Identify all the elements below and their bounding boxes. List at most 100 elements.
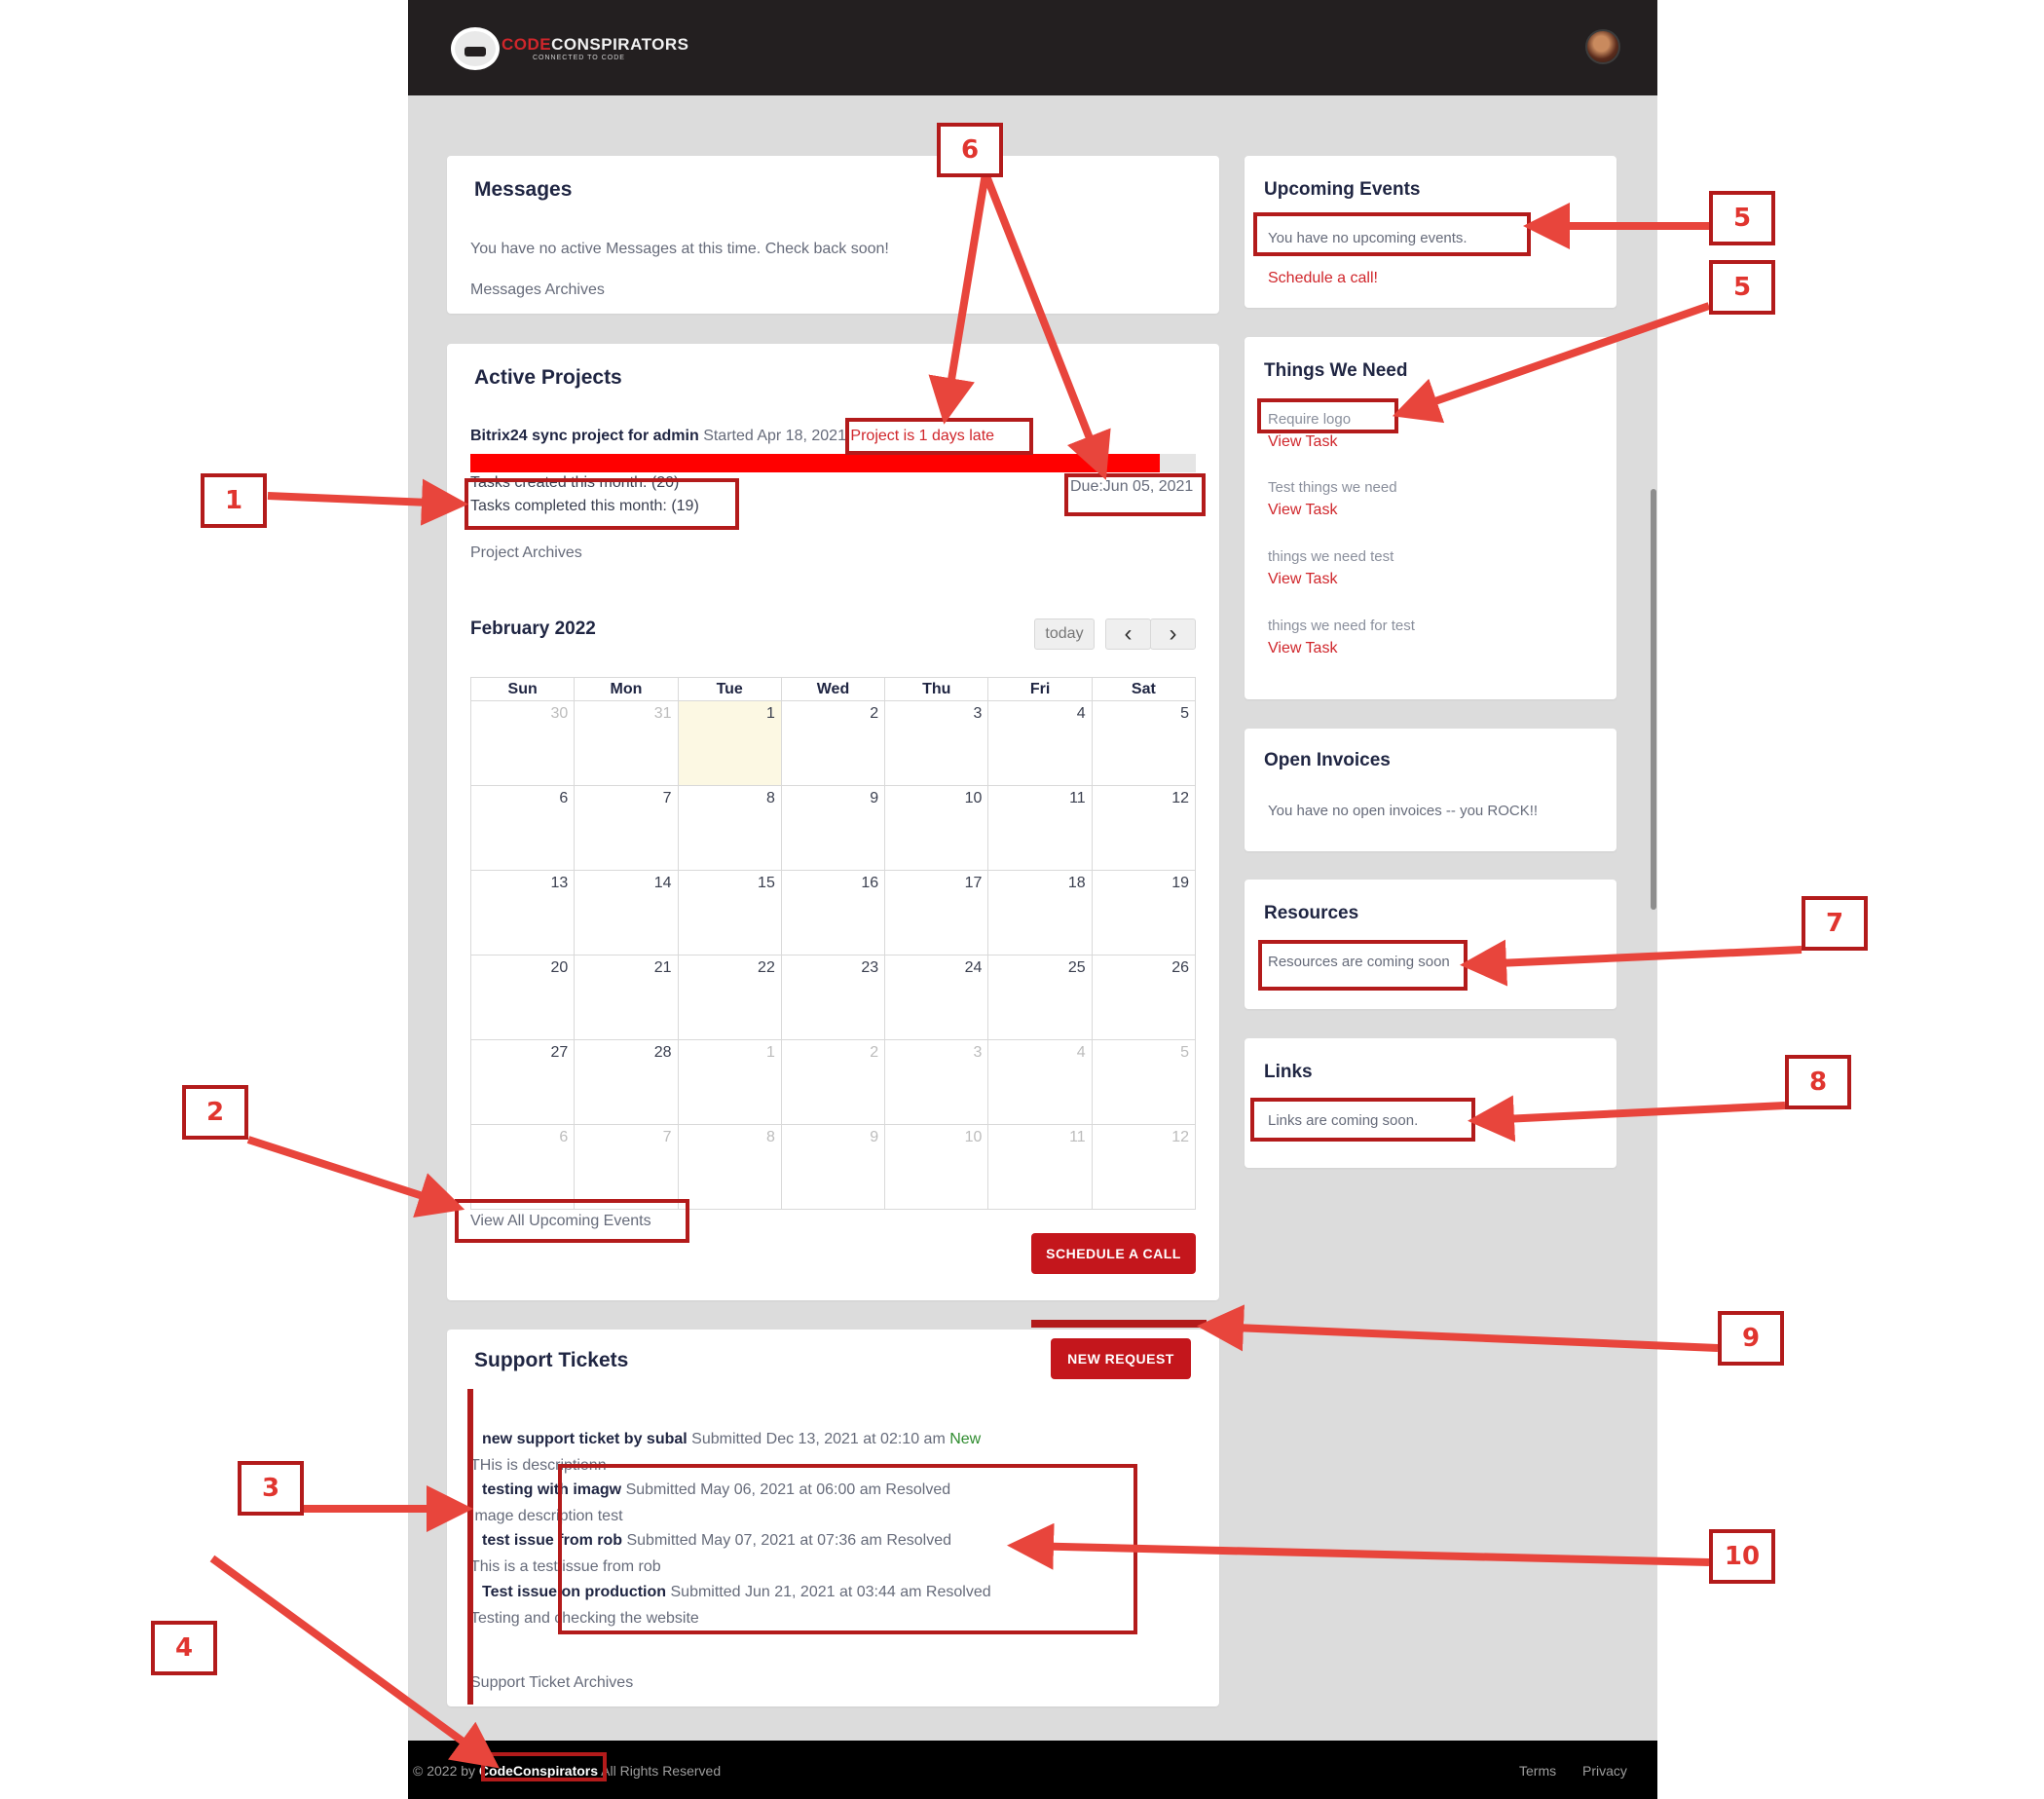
annotation-number-9: 9 <box>1718 1311 1784 1366</box>
annotation-number-6: 6 <box>937 123 1003 177</box>
view-task-link[interactable]: View Task <box>1268 640 1337 657</box>
brand-tagline: CONNECTED TO CODE <box>533 55 625 61</box>
annotation-box-late <box>845 418 1033 455</box>
invoices-title: Open Invoices <box>1264 750 1391 770</box>
calendar-day-cell[interactable]: 1 <box>677 700 782 786</box>
logo-icon[interactable] <box>451 27 500 70</box>
ticket-row[interactable]: new support ticket by subal Submitted De… <box>482 1431 981 1448</box>
calendar-day-header: Sat <box>1091 677 1197 701</box>
need-item-name: things we need for test <box>1268 618 1415 634</box>
calendar-day-cell[interactable]: 2 <box>780 700 886 786</box>
calendar-day-cell[interactable]: 5 <box>1091 700 1197 786</box>
need-item-name: Test things we need <box>1268 479 1397 496</box>
view-task-link[interactable]: View Task <box>1268 571 1337 588</box>
annotation-bar-ticket-left <box>467 1389 473 1705</box>
calendar-day-cell[interactable]: 9 <box>780 785 886 871</box>
annotation-box-company <box>481 1752 607 1781</box>
tickets-title: Support Tickets <box>474 1349 629 1371</box>
annotation-box-require <box>1257 398 1398 433</box>
need-item-name: things we need test <box>1268 548 1394 565</box>
calendar-day-cell[interactable]: 14 <box>574 870 679 956</box>
calendar-next-button[interactable]: › <box>1150 618 1196 650</box>
calendar-day-cell[interactable]: 7 <box>574 1124 679 1210</box>
calendar-day-cell[interactable]: 26 <box>1091 955 1197 1040</box>
messages-archives-link[interactable]: Messages Archives <box>470 281 605 299</box>
things-we-need-card: Things We Need Require logo View Task Test… <box>1245 337 1617 699</box>
annotation-box-resolved <box>558 1464 1137 1634</box>
project-name[interactable]: Bitrix24 sync project for admin <box>470 428 699 444</box>
calendar-day-cell[interactable]: 2 <box>780 1039 886 1125</box>
view-task-link[interactable]: View Task <box>1268 433 1337 451</box>
calendar-day-header: Sun <box>469 677 576 701</box>
calendar-day-cell[interactable]: 24 <box>884 955 989 1040</box>
project-progress-fill <box>470 454 1160 472</box>
annotation-number-2: 2 <box>182 1085 248 1140</box>
footer-terms-link[interactable]: Terms <box>1519 1763 1556 1779</box>
ticket-title[interactable]: new support ticket by subal <box>482 1431 688 1447</box>
calendar-day-cell[interactable]: 21 <box>574 955 679 1040</box>
annotation-number-7: 7 <box>1802 896 1868 951</box>
calendar-day-cell[interactable]: 19 <box>1091 870 1197 956</box>
calendar-day-cell[interactable]: 6 <box>469 785 576 871</box>
calendar-day-cell[interactable]: 7 <box>574 785 679 871</box>
calendar-day-cell[interactable]: 28 <box>574 1039 679 1125</box>
calendar-day-cell[interactable]: 12 <box>1091 785 1197 871</box>
calendar-day-cell[interactable]: 22 <box>677 955 782 1040</box>
project-started: Started Apr 18, 2021 <box>703 428 846 444</box>
calendar-day-cell[interactable]: 27 <box>469 1039 576 1125</box>
schedule-call-button[interactable]: SCHEDULE A CALL <box>1031 1233 1196 1274</box>
calendar-day-cell[interactable]: 1 <box>677 1039 782 1125</box>
calendar-day-cell[interactable]: 3 <box>884 1039 989 1125</box>
calendar-day-cell[interactable]: 23 <box>780 955 886 1040</box>
calendar-day-cell[interactable]: 25 <box>987 955 1093 1040</box>
calendar-day-cell[interactable]: 11 <box>987 1124 1093 1210</box>
calendar-day-cell[interactable]: 8 <box>677 785 782 871</box>
annotation-box-view-all <box>455 1199 689 1243</box>
ticket-archives-link[interactable]: Support Ticket Archives <box>470 1674 633 1692</box>
calendar-day-cell[interactable]: 4 <box>987 1039 1093 1125</box>
schedule-call-link[interactable]: Schedule a call! <box>1268 270 1378 287</box>
annotation-box-due <box>1064 473 1206 516</box>
annotation-box-events <box>1253 212 1531 256</box>
calendar-week-row: 6 7 8 9 10 11 12 <box>469 785 1197 871</box>
calendar-day-cell[interactable]: 10 <box>884 785 989 871</box>
calendar-day-cell[interactable]: 3 <box>884 700 989 786</box>
annotation-number-4: 4 <box>151 1621 217 1675</box>
calendar-day-cell[interactable]: 18 <box>987 870 1093 956</box>
calendar-day-cell[interactable]: 17 <box>884 870 989 956</box>
calendar-week-row: 13 14 15 16 17 18 19 <box>469 870 1197 956</box>
calendar-day-cell[interactable]: 15 <box>677 870 782 956</box>
calendar-day-cell[interactable]: 31 <box>574 700 679 786</box>
calendar-day-cell[interactable]: 8 <box>677 1124 782 1210</box>
view-task-link[interactable]: View Task <box>1268 502 1337 519</box>
page-scrollbar[interactable] <box>1651 489 1656 910</box>
projects-title: Active Projects <box>474 366 622 389</box>
open-invoices-card: Open Invoices You have no open invoices … <box>1245 729 1617 851</box>
calendar-today-button[interactable]: today <box>1034 618 1095 650</box>
calendar-week-row: 27 28 1 2 3 4 5 <box>469 1039 1197 1125</box>
calendar-day-cell[interactable]: 10 <box>884 1124 989 1210</box>
calendar-day-cell[interactable]: 4 <box>987 700 1093 786</box>
brand-name[interactable]: CODECONSPIRATORS <box>502 35 689 55</box>
user-avatar[interactable] <box>1585 29 1620 64</box>
calendar-day-cell[interactable]: 6 <box>469 1124 576 1210</box>
top-navbar: CODECONSPIRATORS CONNECTED TO CODE <box>408 0 1657 95</box>
calendar-day-cell[interactable]: 13 <box>469 870 576 956</box>
calendar-day-cell[interactable]: 30 <box>469 700 576 786</box>
new-request-button[interactable]: NEW REQUEST <box>1051 1338 1191 1379</box>
calendar-day-cell[interactable]: 20 <box>469 955 576 1040</box>
calendar-prev-button[interactable]: ‹ <box>1105 618 1151 650</box>
project-archives-link[interactable]: Project Archives <box>470 544 582 562</box>
footer-privacy-link[interactable]: Privacy <box>1582 1763 1627 1779</box>
footer-rights: All Rights Reserved <box>601 1763 722 1779</box>
calendar-day-cell[interactable]: 11 <box>987 785 1093 871</box>
ticket-meta: Submitted Dec 13, 2021 at 02:10 am <box>691 1431 946 1447</box>
calendar-week-row: 6 7 8 9 10 11 12 <box>469 1124 1197 1210</box>
calendar-day-cell[interactable]: 12 <box>1091 1124 1197 1210</box>
brand-code: CODE <box>502 35 552 54</box>
calendar-day-header: Thu <box>884 677 989 701</box>
calendar-grid: Sun Mon Tue Wed Thu Fri Sat 30 31 1 2 3 4 5 6 7 8 9 10 11 1… <box>469 677 1197 1210</box>
calendar-day-cell[interactable]: 9 <box>780 1124 886 1210</box>
calendar-day-cell[interactable]: 16 <box>780 870 886 956</box>
calendar-day-cell[interactable]: 5 <box>1091 1039 1197 1125</box>
